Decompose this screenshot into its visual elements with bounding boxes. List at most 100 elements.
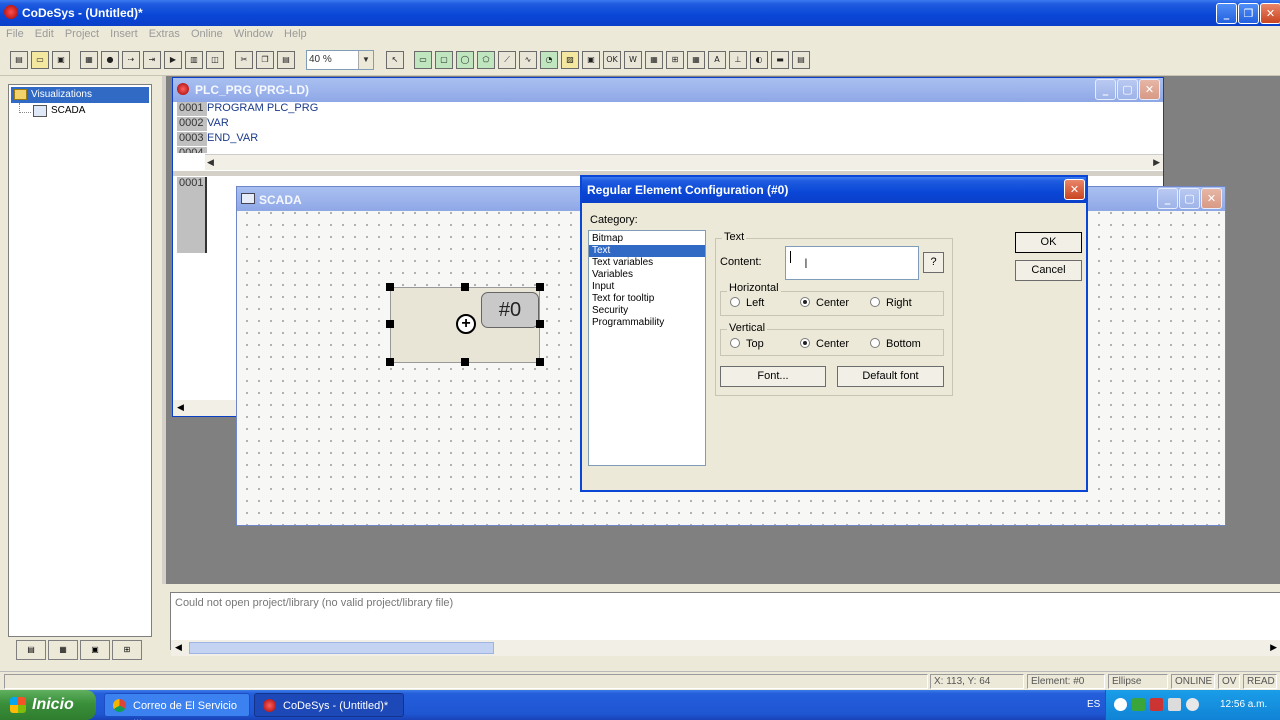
visualization-icon[interactable]: ▣ [582,51,600,69]
maximize-icon[interactable]: ▢ [1117,79,1138,100]
scroll-left-icon[interactable]: ◀ [177,402,184,413]
rounded-rectangle-icon[interactable]: ▢ [435,51,453,69]
radio-right[interactable]: Right [870,297,912,309]
code-line[interactable]: END_VAR [207,132,258,144]
category-item[interactable]: Security [589,305,705,317]
menu-help[interactable]: Help [278,26,307,40]
app-title-bar[interactable]: CoDeSys - (Untitled)* _ ❐ ✕ [0,0,1280,26]
resize-handle[interactable] [536,320,544,328]
font-button[interactable]: Font... [720,366,826,387]
breakpoint-icon[interactable]: ◫ [206,51,224,69]
zoom-select[interactable]: 40 % ▼ [306,50,374,70]
close-icon[interactable]: ✕ [1064,179,1085,200]
resources-tab-icon[interactable]: ⊞ [112,640,142,660]
close-icon[interactable]: ✕ [1139,79,1160,100]
open-icon[interactable]: ▭ [31,51,49,69]
language-indicator[interactable]: ES [1087,699,1100,710]
scroll-right-icon[interactable]: ▶ [1270,642,1277,653]
visualizations-tab-icon[interactable]: ▣ [80,640,110,660]
bar-display-icon[interactable]: ▬ [771,51,789,69]
dialog-title-bar[interactable]: Regular Element Configuration (#0) ✕ [582,177,1086,203]
step-icon[interactable]: ⇢ [122,51,140,69]
wmf-icon[interactable]: W [624,51,642,69]
step-in-icon[interactable]: ⇥ [143,51,161,69]
menu-insert[interactable]: Insert [104,26,138,40]
menu-file[interactable]: File [0,26,24,40]
resize-handle[interactable] [461,283,469,291]
meter-icon[interactable]: ◐ [750,51,768,69]
restore-icon[interactable]: ❐ [1238,3,1259,24]
code-line[interactable]: VAR [207,117,229,129]
ellipse-icon[interactable]: ◯ [456,51,474,69]
scroll-right-icon[interactable]: ▶ [1153,157,1160,168]
polyline-icon[interactable]: ⟋ [498,51,516,69]
paste-icon[interactable]: ▤ [277,51,295,69]
save-icon[interactable]: ▣ [52,51,70,69]
radio-bottom[interactable]: Bottom [870,338,921,350]
tray-icon[interactable] [1114,698,1127,711]
scroll-thumb[interactable] [189,642,494,654]
rectangle-icon[interactable]: ▭ [414,51,432,69]
minimize-icon[interactable]: _ [1216,3,1237,24]
plc-prg-title-bar[interactable]: PLC_PRG (PRG-LD) _ ▢ ✕ [173,78,1163,102]
message-text[interactable]: Could not open project/library (no valid… [175,597,453,609]
category-item[interactable]: Text for tooltip [589,293,705,305]
radio-left[interactable]: Left [730,297,764,309]
histogram-icon[interactable]: ▤ [792,51,810,69]
resize-handle[interactable] [386,358,394,366]
resize-handle[interactable] [386,283,394,291]
resize-handle[interactable] [536,283,544,291]
tray-icon[interactable] [1168,698,1181,711]
curve-icon[interactable]: ∿ [519,51,537,69]
content-input[interactable]: I [785,246,919,280]
bitmap-icon[interactable]: ▨ [561,51,579,69]
scroll-left-icon[interactable]: ◀ [175,642,182,653]
grid-icon[interactable]: ▦ [687,51,705,69]
tray-icon[interactable] [1186,698,1199,711]
visual-element[interactable]: #0 + [390,287,540,363]
category-item[interactable]: Programmability [589,317,705,329]
data-types-tab-icon[interactable]: ▦ [48,640,78,660]
chevron-down-icon[interactable]: ▼ [358,51,373,69]
category-item-selected[interactable]: Text [589,245,705,257]
tree-item-scada[interactable]: SCADA [31,105,85,117]
code-line[interactable]: PROGRAM PLC_PRG [207,102,318,114]
menu-project[interactable]: Project [59,26,99,40]
text-icon[interactable]: A [708,51,726,69]
category-item[interactable]: Bitmap [589,233,705,245]
resize-handle[interactable] [386,320,394,328]
polygon-icon[interactable]: ⬠ [477,51,495,69]
message-hscroll[interactable]: ◀ ▶ [171,640,1280,656]
default-font-button[interactable]: Default font [837,366,944,387]
scroll-left-icon[interactable]: ◀ [207,157,214,168]
cut-icon[interactable]: ✂ [235,51,253,69]
taskbar-item-mail[interactable]: Correo de El Servicio ... [104,693,250,720]
tray-icon[interactable] [1150,698,1163,711]
radio-top[interactable]: Top [730,338,764,350]
clock[interactable]: 12:56 a.m. [1220,699,1267,710]
ld-hscroll[interactable]: ◀ [173,400,237,416]
taskbar-item-codesys[interactable]: CoDeSys - (Untitled)* [254,693,404,717]
cancel-button[interactable]: Cancel [1015,260,1082,281]
select-pointer-icon[interactable]: ↖ [386,51,404,69]
menu-online[interactable]: Online [185,26,223,40]
minimize-icon[interactable]: _ [1095,79,1116,100]
category-list[interactable]: Bitmap Text Text variables Variables Inp… [588,230,706,466]
table-icon[interactable]: ▦ [645,51,663,69]
pous-tab-icon[interactable]: ▤ [16,640,46,660]
resize-handle[interactable] [536,358,544,366]
run-icon[interactable]: ▶ [164,51,182,69]
pie-icon[interactable]: ◔ [540,51,558,69]
help-button[interactable]: ? [923,252,944,273]
radio-vertical-center[interactable]: Center [800,338,849,350]
vertical-splitter[interactable] [162,76,166,672]
minimize-icon[interactable]: _ [1157,188,1178,209]
maximize-icon[interactable]: ▢ [1179,188,1200,209]
tray-icon[interactable] [1132,698,1145,711]
menu-edit[interactable]: Edit [29,26,54,40]
radio-horizontal-center[interactable]: Center [800,297,849,309]
category-item[interactable]: Text variables [589,257,705,269]
declaration-hscroll[interactable]: ◀ ▶ [205,154,1163,170]
ok-button[interactable]: OK [1015,232,1082,253]
category-item[interactable]: Input [589,281,705,293]
